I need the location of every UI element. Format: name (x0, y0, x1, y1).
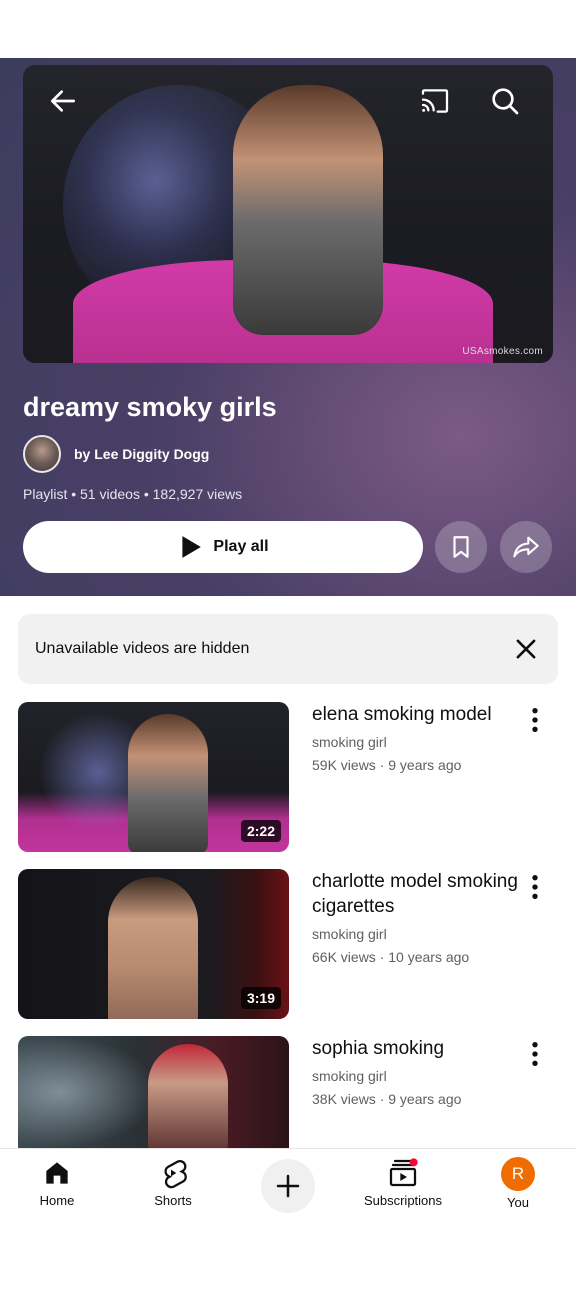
search-button[interactable] (487, 83, 523, 119)
video-thumbnail[interactable]: 3:19 (18, 869, 289, 1019)
thumbnail-watermark: USAsmokes.com (462, 346, 543, 357)
playlist-hero-thumbnail[interactable]: USAsmokes.com (23, 65, 553, 363)
notice-text: Unavailable videos are hidden (35, 640, 250, 657)
more-vert-icon (532, 874, 538, 900)
more-vert-icon (532, 707, 538, 733)
bottom-navigation: Home Shorts Subscriptions R You (0, 1148, 576, 1220)
bookmark-icon (453, 536, 469, 558)
video-info[interactable]: charlotte model smoking cigarettes smoki… (312, 869, 522, 965)
status-bar (0, 0, 576, 58)
video-more-button[interactable] (530, 873, 550, 903)
video-channel[interactable]: smoking girl (312, 1068, 522, 1084)
play-all-button[interactable]: Play all (23, 521, 423, 573)
owner-name[interactable]: by Lee Diggity Dogg (74, 446, 209, 462)
create-button[interactable] (261, 1159, 315, 1213)
video-more-button[interactable] (530, 1040, 550, 1070)
share-icon (513, 536, 539, 558)
arrow-left-icon (51, 90, 75, 112)
plus-icon (276, 1174, 300, 1198)
video-info[interactable]: elena smoking model smoking girl 59K vie… (312, 702, 522, 773)
video-title[interactable]: sophia smoking (312, 1036, 522, 1061)
person-image-part (128, 714, 208, 852)
search-icon (492, 88, 519, 115)
playlist-owner[interactable]: by Lee Diggity Dogg (23, 435, 209, 473)
person-image-part (148, 1044, 228, 1148)
nav-you-label: You (507, 1195, 529, 1210)
smoke-image-part (18, 1036, 158, 1148)
cast-button[interactable] (415, 83, 455, 119)
nav-home[interactable]: Home (2, 1157, 112, 1217)
playlist-meta: Playlist • 51 videos • 182,927 views (23, 486, 243, 502)
person-image-part (233, 85, 383, 335)
more-vert-icon (532, 1041, 538, 1067)
video-thumbnail[interactable] (18, 1036, 289, 1148)
playlist-video-item[interactable]: sophia smoking smoking girl 38K views · … (18, 1036, 558, 1148)
back-button[interactable] (45, 83, 81, 119)
home-icon (46, 1162, 68, 1184)
nav-shorts-label: Shorts (154, 1193, 192, 1208)
video-title[interactable]: elena smoking model (312, 702, 522, 727)
subscriptions-icon (389, 1158, 418, 1187)
nav-subscriptions[interactable]: Subscriptions (348, 1157, 458, 1217)
playlist-video-item[interactable]: 3:19 charlotte model smoking cigarettes … (18, 869, 558, 1019)
video-stats: 66K views · 10 years ago (312, 949, 470, 965)
person-image-part (108, 877, 198, 1019)
video-info[interactable]: sophia smoking smoking girl 38K views · … (312, 1036, 522, 1107)
play-all-label: Play all (213, 538, 269, 555)
nav-subscriptions-label: Subscriptions (363, 1193, 443, 1208)
video-duration: 3:19 (240, 987, 281, 1009)
dismiss-notice-button[interactable] (512, 635, 540, 663)
playlist-title: dreamy smoky girls (23, 392, 277, 422)
video-stats: 38K views · 9 years ago (312, 1091, 462, 1107)
video-duration: 2:22 (240, 820, 281, 842)
nav-you[interactable]: R You (463, 1157, 573, 1217)
account-avatar: R (501, 1157, 535, 1191)
video-thumbnail[interactable]: 2:22 (18, 702, 289, 852)
video-stats: 59K views · 9 years ago (312, 757, 462, 773)
close-icon (516, 639, 536, 659)
playlist-video-item[interactable]: 2:22 elena smoking model smoking girl 59… (18, 702, 558, 852)
video-channel[interactable]: smoking girl (312, 926, 522, 942)
save-playlist-button[interactable] (435, 521, 487, 573)
nav-home-label: Home (39, 1193, 75, 1208)
owner-avatar[interactable] (23, 435, 61, 473)
hidden-videos-notice: Unavailable videos are hidden (18, 614, 558, 684)
play-icon (182, 536, 202, 558)
video-more-button[interactable] (530, 706, 550, 736)
shorts-icon (164, 1160, 187, 1189)
playlist-header: USAsmokes.com dreamy smoky girls by Lee … (0, 58, 576, 596)
share-button[interactable] (500, 521, 552, 573)
cast-icon (421, 89, 449, 113)
video-title[interactable]: charlotte model smoking cigarettes (312, 869, 522, 919)
nav-shorts[interactable]: Shorts (118, 1157, 228, 1217)
video-channel[interactable]: smoking girl (312, 734, 522, 750)
